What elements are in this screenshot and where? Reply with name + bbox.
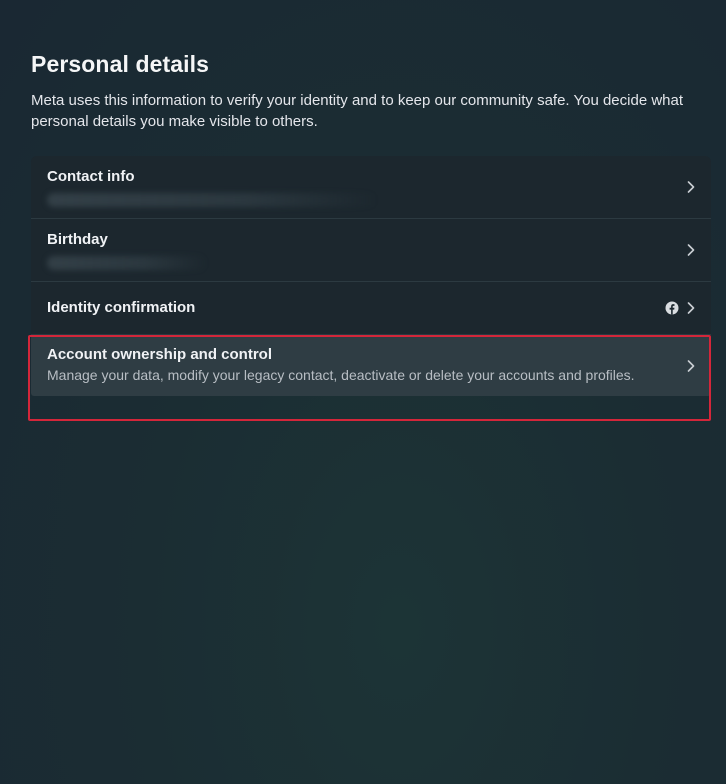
contact-info-redacted-value <box>47 193 377 207</box>
facebook-icon <box>665 301 679 315</box>
chevron-right-icon <box>687 302 695 314</box>
personal-details-header: Personal details Meta uses this informat… <box>31 50 711 132</box>
account-ownership-label: Account ownership and control <box>47 346 273 363</box>
identity-confirmation-label: Identity confirmation <box>47 299 196 316</box>
page-title: Personal details <box>31 51 210 77</box>
birthday-row[interactable]: Birthday <box>31 219 711 282</box>
chevron-right-icon <box>687 181 695 193</box>
birthday-label: Birthday <box>47 231 108 248</box>
identity-confirmation-row[interactable]: Identity confirmation <box>31 282 711 335</box>
contact-info-row[interactable]: Contact info <box>31 156 711 219</box>
birthday-redacted-value <box>47 256 207 270</box>
account-ownership-description: Manage your data, modify your legacy con… <box>47 367 635 383</box>
chevron-right-icon <box>687 244 695 256</box>
page-description: Meta uses this information to verify you… <box>31 92 684 130</box>
contact-info-label: Contact info <box>47 168 135 185</box>
personal-details-list: Contact info Birthday Identity confirmat… <box>31 156 711 396</box>
chevron-right-icon <box>687 359 695 372</box>
account-ownership-control-row[interactable]: Account ownership and control Manage you… <box>31 335 711 396</box>
